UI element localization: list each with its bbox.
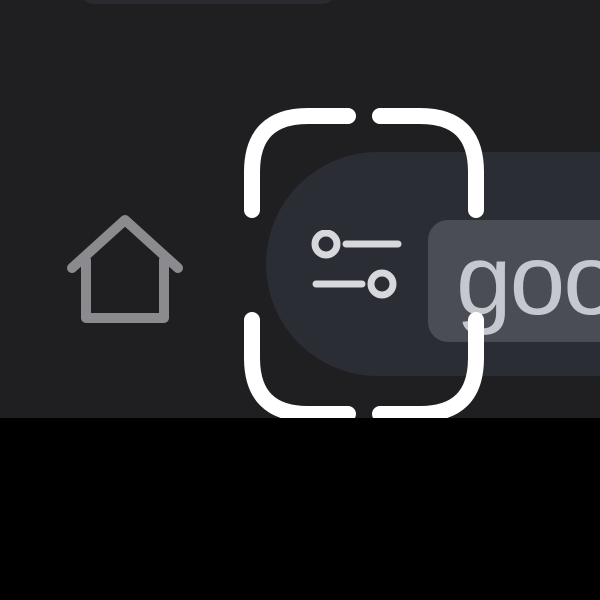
home-icon: [67, 215, 183, 323]
browser-toolbar: goo: [0, 0, 600, 418]
tune-icon: [311, 230, 402, 299]
tab-strip-fragment: [80, 0, 336, 4]
home-button[interactable]: [62, 206, 188, 332]
address-bar-text: goo: [456, 224, 600, 336]
address-bar[interactable]: goo: [428, 220, 600, 342]
